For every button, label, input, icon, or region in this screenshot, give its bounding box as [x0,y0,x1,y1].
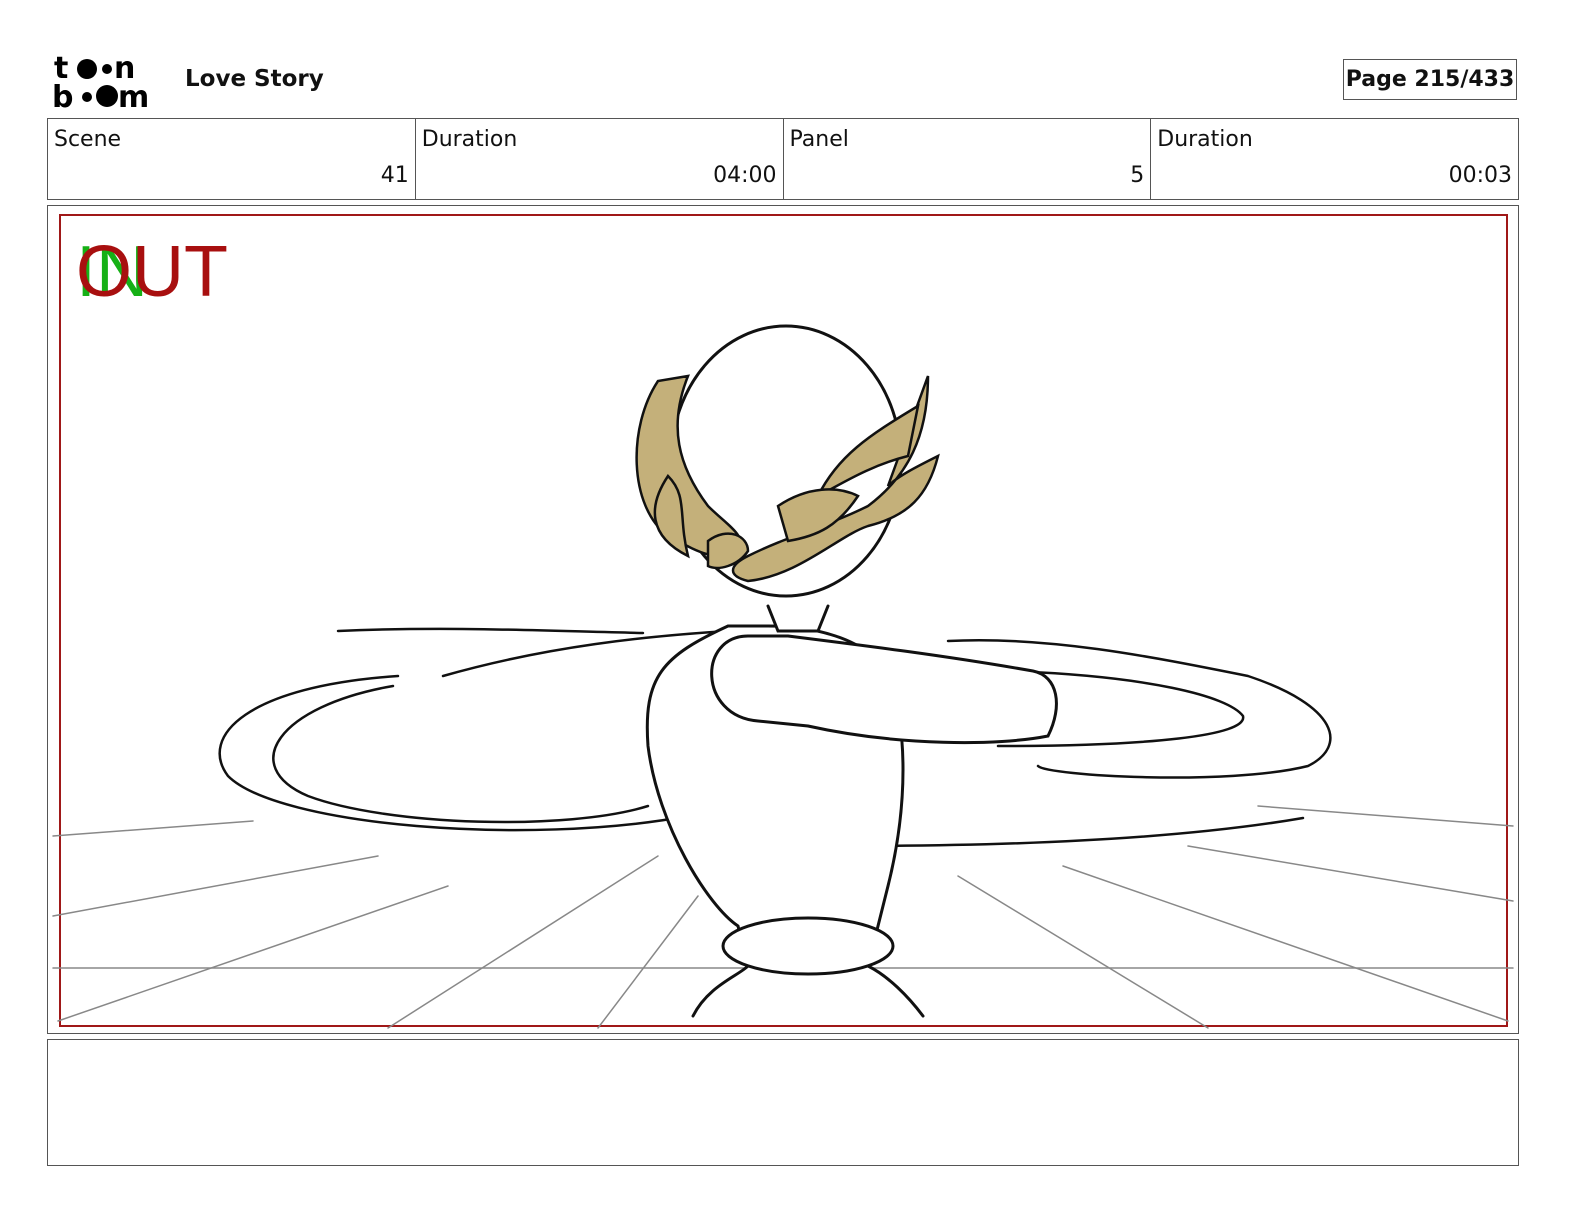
scene-duration-cell: Duration 04:00 [416,119,784,199]
panel-drawing [52,214,1514,1029]
panel-value: 5 [1130,163,1145,188]
scene-info-table: Scene 41 Duration 04:00 Panel 5 Duration 00:… [47,118,1519,200]
svg-text:b: b [52,80,73,110]
page-number: Page 215/433 [1343,59,1517,100]
scene-cell: Scene 41 [48,119,416,199]
character-body [645,324,1058,1018]
scene-label: Scene [54,127,122,152]
panel-label: Panel [789,127,849,152]
scene-duration-label: Duration [421,127,518,152]
project-title: Love Story [185,66,324,92]
panel-duration-cell: Duration 00:03 [1151,119,1518,199]
panel-cell: Panel 5 [784,119,1152,199]
panel-duration-label: Duration [1157,127,1253,152]
scene-duration-value: 04:00 [713,163,777,188]
scene-value: 41 [380,163,409,188]
toon-boom-logo: t n b m [52,52,149,110]
panel-duration-value: 00:03 [1448,163,1512,188]
storyboard-panel: IN OUT [47,205,1519,1034]
panel-notes-box [47,1039,1519,1166]
svg-text:m: m [118,80,149,110]
out-marker: OUT [76,232,228,312]
